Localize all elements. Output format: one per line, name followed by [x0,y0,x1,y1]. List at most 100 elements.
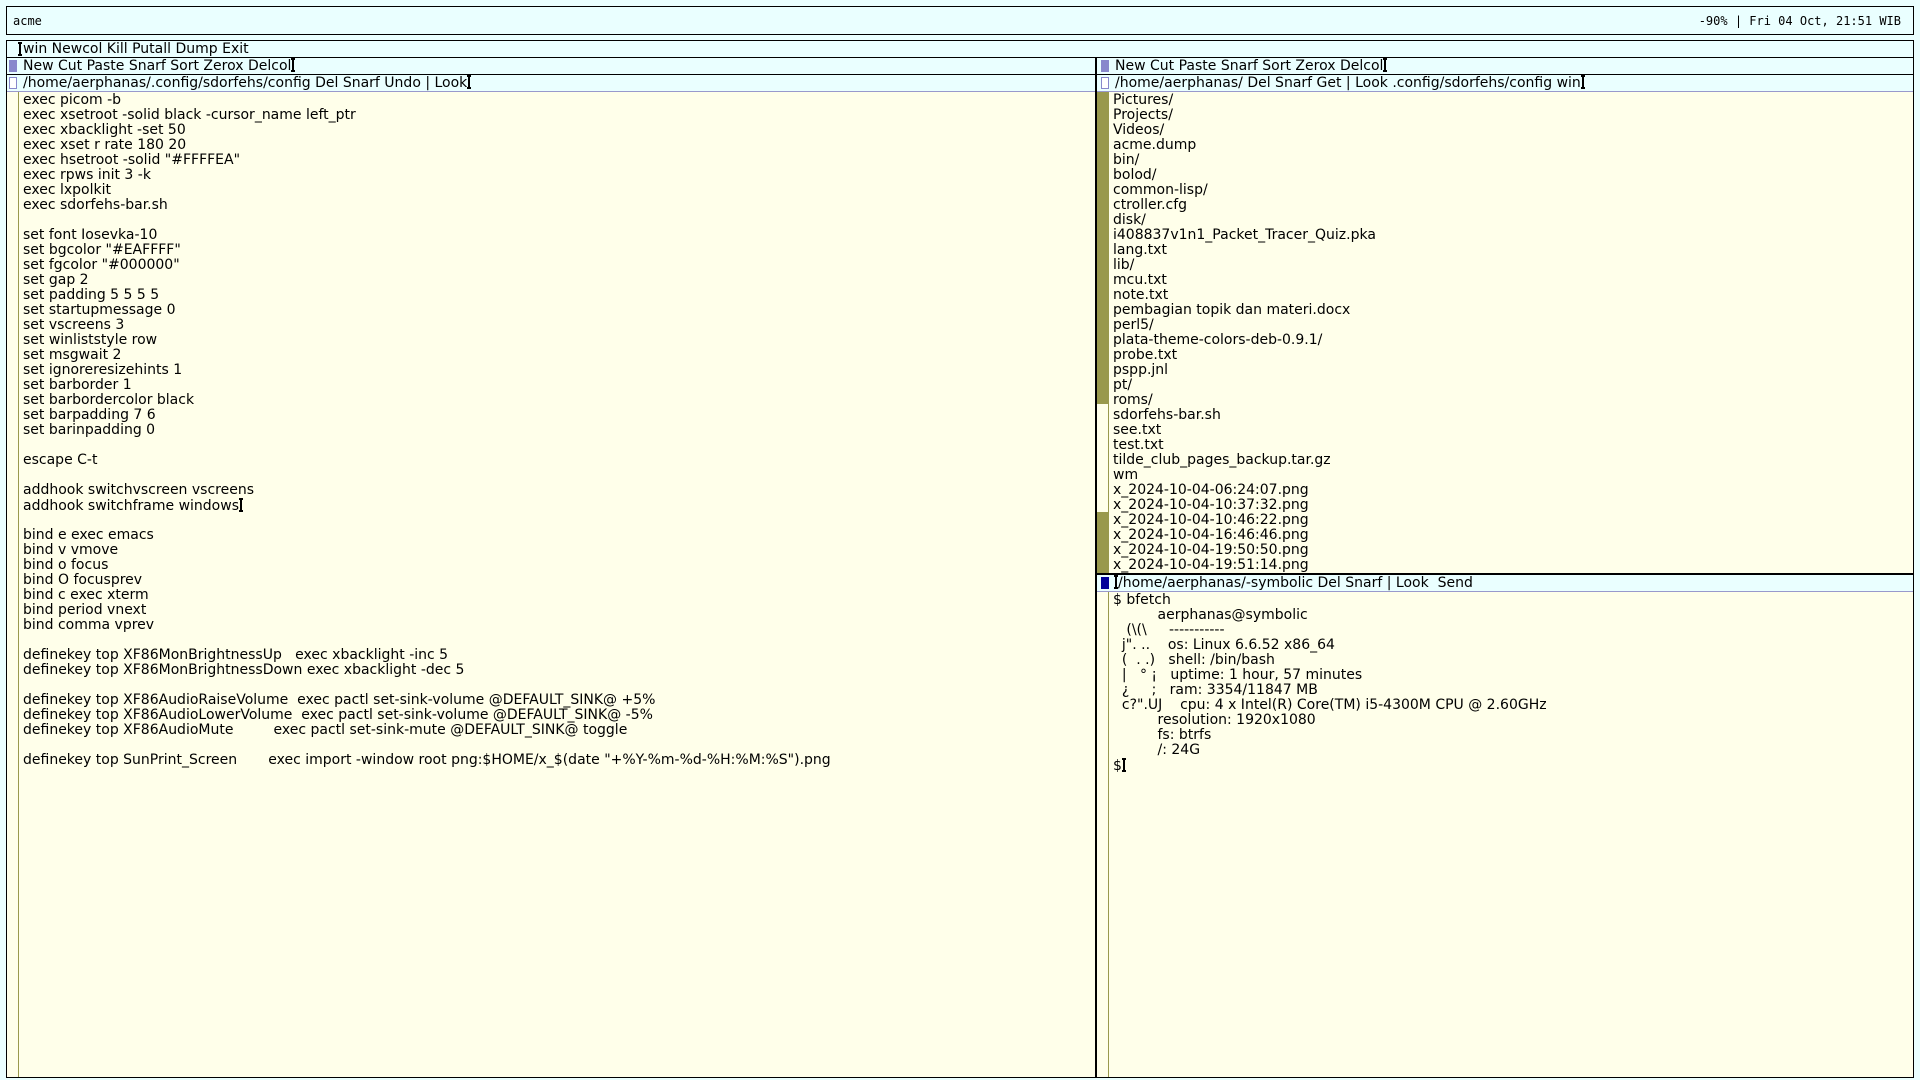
shell-output-line[interactable]: j". .. os: Linux 6.6.52 x86_64 [1113,638,1909,653]
shell-output-line[interactable]: $ bfetch [1113,593,1909,608]
directory-entry[interactable]: probe.txt [1113,348,1909,363]
config-line[interactable]: set msgwait 2 [23,348,1091,363]
config-line[interactable]: bind c exec xterm [23,588,1091,603]
shell-output-line[interactable]: resolution: 1920x1080 [1113,713,1909,728]
shell-output-line[interactable]: | ° ¡ uptime: 1 hour, 57 minutes [1113,668,1909,683]
config-line[interactable]: definekey top XF86MonBrightnessUp exec x… [23,648,1091,663]
directory-window-tag[interactable]: /home/aerphanas/ Del Snarf Get | Look .c… [1097,75,1913,91]
config-line[interactable]: escape C-t [23,453,1091,468]
directory-window-body[interactable]: Pictures/Projects/Videos/acme.dump bin/bo… [1113,93,1909,573]
directory-entry[interactable]: perl5/ [1113,318,1909,333]
config-line[interactable]: set fgcolor "#000000" [23,258,1091,273]
shell-output-line[interactable]: c?".UJ cpu: 4 x Intel(R) Core(TM) i5-430… [1113,698,1909,713]
shell-output-line[interactable]: ¿ ; ram: 3354/11847 MB [1113,683,1909,698]
shell-window-scrollbar[interactable] [1097,592,1109,1077]
directory-entry[interactable]: plata-theme-colors-deb-0.9.1/ [1113,333,1909,348]
config-line[interactable]: set padding 5 5 5 5 [23,288,1091,303]
config-window-tag[interactable]: /home/aerphanas/.config/sdorfehs/config … [7,75,1095,91]
config-line[interactable]: set barpadding 7 6 [23,408,1091,423]
config-line[interactable] [23,513,1091,528]
left-column-tag[interactable]: New Cut Paste Snarf Sort Zerox Delcol [7,58,1095,74]
config-window-scrollbar[interactable] [7,92,19,1077]
directory-entry[interactable]: x_2024-10-04-16:46:46.png [1113,528,1909,543]
directory-entry[interactable]: disk/ [1113,213,1909,228]
directory-entry[interactable]: x_2024-10-04-06:24:07.png [1113,483,1909,498]
config-line[interactable]: definekey top XF86AudioMute exec pactl s… [23,723,1091,738]
directory-entry[interactable]: roms/ [1113,393,1909,408]
config-line[interactable] [23,678,1091,693]
config-line[interactable]: set bgcolor "#EAFFFF" [23,243,1091,258]
left-column-box[interactable] [9,60,17,72]
directory-entry[interactable]: bolod/ [1113,168,1909,183]
config-line[interactable] [23,633,1091,648]
shell-output-line[interactable]: $ [1113,758,1909,774]
config-line[interactable]: bind O focusprev [23,573,1091,588]
config-line[interactable]: addhook switchvscreen vscreens [23,483,1091,498]
config-window-box[interactable] [9,77,17,89]
shell-output-line[interactable]: fs: btrfs [1113,728,1909,743]
config-line[interactable]: set ignoreresizehints 1 [23,363,1091,378]
main-tag-commands[interactable]: win Newcol Kill Putall Dump Exit [23,41,249,57]
shell-output-line[interactable]: ( . .) shell: /bin/bash [1113,653,1909,668]
directory-entry[interactable]: tilde_club_pages_backup.tar.gz [1113,453,1909,468]
directory-entry[interactable]: bin/ [1113,153,1909,168]
shell-window-body[interactable]: $ bfetch aerphanas@symbolic (\(\ -------… [1113,593,1909,774]
config-line[interactable]: set barinpadding 0 [23,423,1091,438]
config-line[interactable]: addhook switchframe windows [23,498,1091,514]
directory-window-box[interactable] [1101,77,1109,89]
config-line[interactable] [23,738,1091,753]
directory-entry[interactable]: pembagian topik dan materi.docx [1113,303,1909,318]
config-line[interactable]: bind comma vprev [23,618,1091,633]
config-line[interactable]: exec xbacklight -set 50 [23,123,1091,138]
right-column-tag[interactable]: New Cut Paste Snarf Sort Zerox Delcol [1097,58,1913,74]
directory-entry[interactable]: x_2024-10-04-19:51:14.png [1113,558,1909,573]
directory-entry[interactable]: Videos/ [1113,123,1909,138]
config-line[interactable]: definekey top SunPrint_Screen exec impor… [23,753,1091,768]
config-line[interactable]: definekey top XF86AudioLowerVolume exec … [23,708,1091,723]
config-line[interactable]: exec picom -b [23,93,1091,108]
config-line[interactable]: bind o focus [23,558,1091,573]
config-line[interactable]: exec hsetroot -solid "#FFFFEA" [23,153,1091,168]
directory-entry[interactable]: x_2024-10-04-10:37:32.png [1113,498,1909,513]
directory-window-scrollbar[interactable] [1097,92,1109,573]
config-line[interactable]: set startupmessage 0 [23,303,1091,318]
directory-entry[interactable]: acme.dump [1113,138,1909,153]
directory-entry[interactable]: note.txt [1113,288,1909,303]
directory-entry[interactable]: pt/ [1113,378,1909,393]
config-line[interactable]: set barborder 1 [23,378,1091,393]
config-line[interactable]: bind period vnext [23,603,1091,618]
config-line[interactable]: exec lxpolkit [23,183,1091,198]
shell-window-tag[interactable]: /home/aerphanas/-symbolic Del Snarf | Lo… [1097,575,1913,591]
main-tag[interactable]: win Newcol Kill Putall Dump Exit [7,41,1913,57]
shell-output-line[interactable]: aerphanas@symbolic [1113,608,1909,623]
config-line[interactable] [23,438,1091,453]
config-line[interactable]: exec sdorfehs-bar.sh [23,198,1091,213]
config-line[interactable] [23,468,1091,483]
config-line[interactable] [23,213,1091,228]
directory-entry[interactable]: mcu.txt [1113,273,1909,288]
config-window-body[interactable]: exec picom -b exec xsetroot -solid black … [23,93,1091,768]
config-line[interactable]: exec rpws init 3 -k [23,168,1091,183]
left-column-commands[interactable]: New Cut Paste Snarf Sort Zerox Delcol [23,58,291,74]
directory-window-commands[interactable]: /home/aerphanas/ Del Snarf Get | Look .c… [1115,75,1581,91]
directory-entry[interactable]: Pictures/ [1113,93,1909,108]
shell-output-line[interactable]: (\(\ ----------- [1113,623,1909,638]
directory-entry[interactable]: pspp.jnl [1113,363,1909,378]
right-column-box[interactable] [1101,60,1109,72]
directory-entry[interactable]: see.txt [1113,423,1909,438]
config-line[interactable]: set font Iosevka-10 [23,228,1091,243]
directory-scroll-thumb-top[interactable] [1097,92,1108,404]
directory-entry[interactable]: i408837v1n1_Packet_Tracer_Quiz.pka [1113,228,1909,243]
config-line[interactable]: exec xsetroot -solid black -cursor_name … [23,108,1091,123]
directory-entry[interactable]: test.txt [1113,438,1909,453]
config-line[interactable]: definekey top XF86MonBrightnessDown exec… [23,663,1091,678]
directory-entry[interactable]: wm [1113,468,1909,483]
directory-entry[interactable]: lib/ [1113,258,1909,273]
shell-window-box[interactable] [1101,577,1109,589]
config-line[interactable]: bind v vmove [23,543,1091,558]
right-column-commands[interactable]: New Cut Paste Snarf Sort Zerox Delcol [1115,58,1383,74]
config-line[interactable]: set winliststyle row [23,333,1091,348]
directory-entry[interactable]: sdorfehs-bar.sh [1113,408,1909,423]
directory-entry[interactable]: common-lisp/ [1113,183,1909,198]
config-line[interactable]: set gap 2 [23,273,1091,288]
